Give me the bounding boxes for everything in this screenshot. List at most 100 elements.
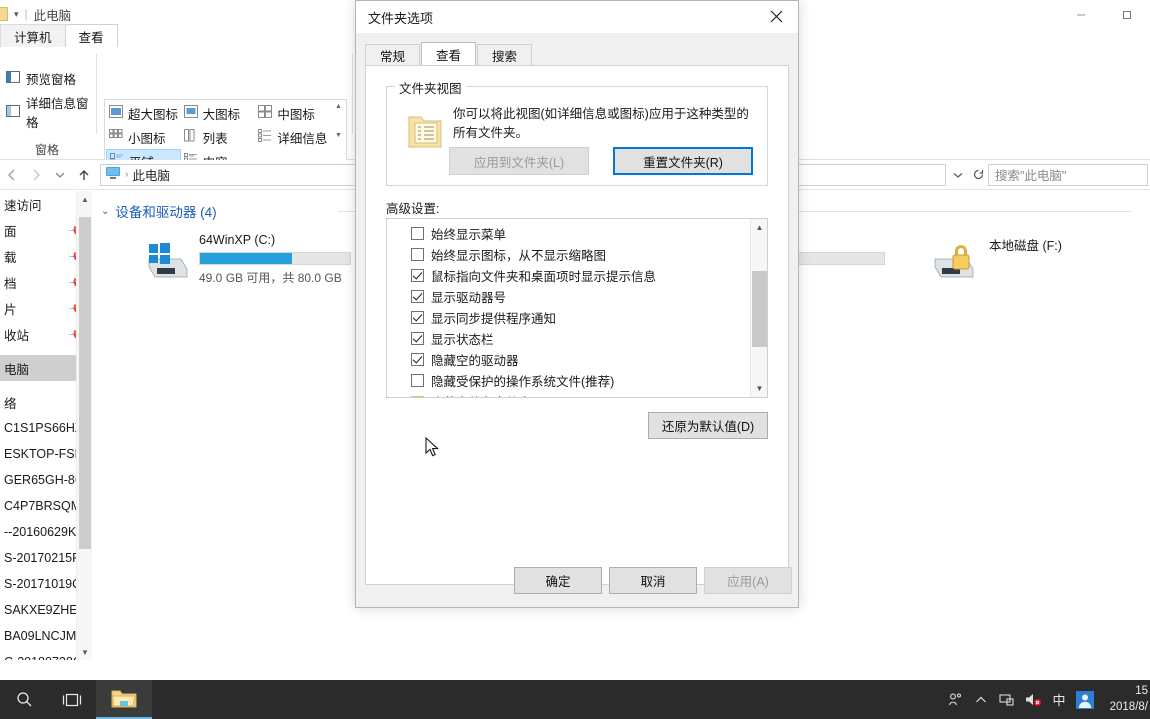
extra-large-icons-icon: [109, 105, 123, 121]
checkbox-icon[interactable]: [411, 248, 424, 261]
folder-view-description: 你可以将此视图(如详细信息或图标)应用于这种类型的所有文件夹。: [453, 107, 749, 141]
dialog-tab-strip: 常规 查看 搜索: [365, 42, 533, 66]
checkbox-icon[interactable]: [411, 353, 424, 366]
folder-view-legend: 文件夹视图: [395, 78, 466, 97]
nav-label: 面: [4, 224, 17, 239]
nav-label: SAKXE9ZHEY: [4, 603, 86, 617]
setting-row[interactable]: 鼠标指向文件夹和桌面项时显示提示信息: [387, 265, 749, 286]
checkbox-icon[interactable]: [411, 374, 424, 387]
setting-row[interactable]: 始终显示图标，从不显示缩略图: [387, 244, 749, 265]
navigation-pane-scrollbar[interactable]: ▲ ▼: [76, 191, 92, 660]
checkbox-icon[interactable]: [411, 311, 424, 324]
scroll-up-icon[interactable]: ▲: [335, 103, 342, 110]
close-button[interactable]: [754, 1, 798, 32]
nav-label: S-20170215P: [4, 551, 81, 565]
ok-button[interactable]: 确定: [514, 567, 602, 594]
drive-name: 64WinXP (C:): [199, 233, 276, 247]
drive-name: 本地磁盘 (F:): [989, 239, 1062, 253]
setting-row[interactable]: 隐藏空的驱动器: [387, 349, 749, 370]
checkbox-icon[interactable]: [411, 227, 424, 240]
nav-label: 络: [4, 396, 17, 411]
advanced-settings-label: 高级设置:: [386, 202, 440, 216]
folder-view-icon: [407, 111, 443, 151]
setting-row[interactable]: 始终显示菜单: [387, 223, 749, 244]
layout-item-extra-large-icons[interactable]: 超大图标: [106, 101, 181, 125]
checkbox-icon[interactable]: [411, 269, 424, 282]
scroll-down-icon[interactable]: ▼: [751, 380, 767, 397]
search-button[interactable]: [0, 680, 48, 719]
nav-label: 档: [4, 276, 17, 291]
quick-access-toolbar[interactable]: ▾ | 此电脑: [0, 3, 71, 25]
nav-label: 速访问: [4, 198, 42, 213]
setting-row[interactable]: 显示驱动器号: [387, 286, 749, 307]
tab-view[interactable]: 查看: [421, 42, 477, 66]
layout-item-medium-icons[interactable]: 中图标: [255, 101, 330, 125]
preview-pane-label: 预览窗格: [26, 72, 77, 87]
tab-general[interactable]: 常规: [365, 44, 421, 66]
show-hidden-icons-chevron-icon[interactable]: [968, 680, 994, 719]
scroll-down-icon[interactable]: ▼: [335, 132, 342, 139]
setting-row[interactable]: 显示状态栏: [387, 328, 749, 349]
apply-button[interactable]: 应用(A): [704, 567, 792, 594]
setting-label: 隐藏空的驱动器: [431, 354, 519, 368]
layout-item-large-icons[interactable]: 大图标: [181, 101, 256, 125]
search-input[interactable]: 搜索"此电脑": [988, 163, 1148, 186]
network-icon[interactable]: [994, 680, 1020, 719]
setting-label: 显示驱动器号: [431, 291, 507, 305]
setting-group-hidden-files: 隐藏文件和文件夹: [387, 391, 749, 397]
breadcrumb-separator: ›: [125, 169, 129, 180]
group-header-devices[interactable]: ⌄ 设备和驱动器 (4): [101, 201, 217, 221]
volume-muted-icon[interactable]: [1020, 680, 1046, 719]
setting-label: 显示同步提供程序通知: [431, 312, 557, 326]
checkbox-icon[interactable]: [411, 290, 424, 303]
setting-label: 始终显示图标，从不显示缩略图: [431, 249, 607, 263]
tab-search[interactable]: 搜索: [477, 44, 533, 66]
layout-item-list[interactable]: 列表: [181, 125, 256, 149]
user-account-icon[interactable]: [1072, 680, 1098, 719]
preview-pane-button[interactable]: 预览窗格: [2, 67, 80, 89]
folder-view-groupbox: 文件夹视图 你可以将此视图(如详细信息或图标)应用于这种类型的所有文件夹。 应用…: [386, 78, 768, 186]
address-dropdown-button[interactable]: [948, 164, 968, 186]
chevron-down-icon[interactable]: ▾: [14, 9, 19, 20]
restore-defaults-button[interactable]: 还原为默认值(D): [648, 412, 768, 439]
details-pane-button[interactable]: 详细信息窗格: [2, 97, 94, 130]
taskbar-file-explorer-button[interactable]: [96, 680, 152, 719]
tab-view[interactable]: 查看: [64, 24, 118, 47]
checkbox-icon[interactable]: [411, 332, 424, 345]
forward-button[interactable]: [24, 163, 48, 187]
scroll-down-icon[interactable]: ▼: [77, 644, 93, 660]
setting-row[interactable]: 显示同步提供程序通知: [387, 307, 749, 328]
scrollbar-thumb[interactable]: [79, 217, 91, 549]
scroll-up-icon[interactable]: ▲: [77, 191, 93, 207]
layout-item-small-icons[interactable]: 小图标: [106, 125, 181, 149]
setting-label: 隐藏受保护的操作系统文件(推荐): [431, 375, 615, 389]
folder-icon: [411, 396, 424, 397]
people-icon[interactable]: [942, 680, 968, 719]
drive-item-c[interactable]: 64WinXP (C:) 49.0 GB 可用，共 80.0 GB: [141, 233, 351, 289]
drive-usage-bar: [199, 252, 351, 265]
scrollbar-thumb[interactable]: [752, 271, 767, 347]
up-button[interactable]: [72, 163, 96, 187]
scroll-up-icon[interactable]: ▲: [751, 219, 767, 236]
ime-chinese-icon[interactable]: 中: [1046, 680, 1072, 719]
advanced-settings-list[interactable]: 始终显示菜单 始终显示图标，从不显示缩略图 鼠标指向文件夹和桌面项时显示提示信息: [386, 218, 768, 398]
chevron-down-icon[interactable]: ⌄: [101, 206, 109, 217]
refresh-button[interactable]: [968, 164, 988, 186]
cancel-button[interactable]: 取消: [609, 567, 697, 594]
back-button[interactable]: [0, 163, 24, 187]
apply-to-folders-button[interactable]: 应用到文件夹(L): [449, 147, 589, 175]
taskbar-clock[interactable]: 15 2018/8/: [1098, 680, 1150, 719]
layout-item-details[interactable]: 详细信息: [255, 125, 330, 149]
recent-locations-button[interactable]: [48, 163, 72, 187]
task-view-button[interactable]: [48, 680, 96, 719]
tab-computer[interactable]: 计算机: [0, 24, 66, 47]
drive-item-f[interactable]: 本地磁盘 (F:): [931, 231, 1141, 287]
breadcrumb-this-pc[interactable]: 此电脑: [132, 165, 170, 184]
advanced-list-scrollbar[interactable]: ▲ ▼: [750, 219, 767, 397]
group-title: 设备和驱动器 (4): [115, 205, 217, 220]
dialog-title-bar: 文件夹选项: [356, 1, 798, 33]
system-tray: 中 15 2018/8/: [942, 680, 1150, 719]
setting-row[interactable]: 隐藏受保护的操作系统文件(推荐): [387, 370, 749, 391]
reset-folders-button[interactable]: 重置文件夹(R): [613, 147, 753, 175]
nav-label: --20160629K: [4, 525, 77, 539]
